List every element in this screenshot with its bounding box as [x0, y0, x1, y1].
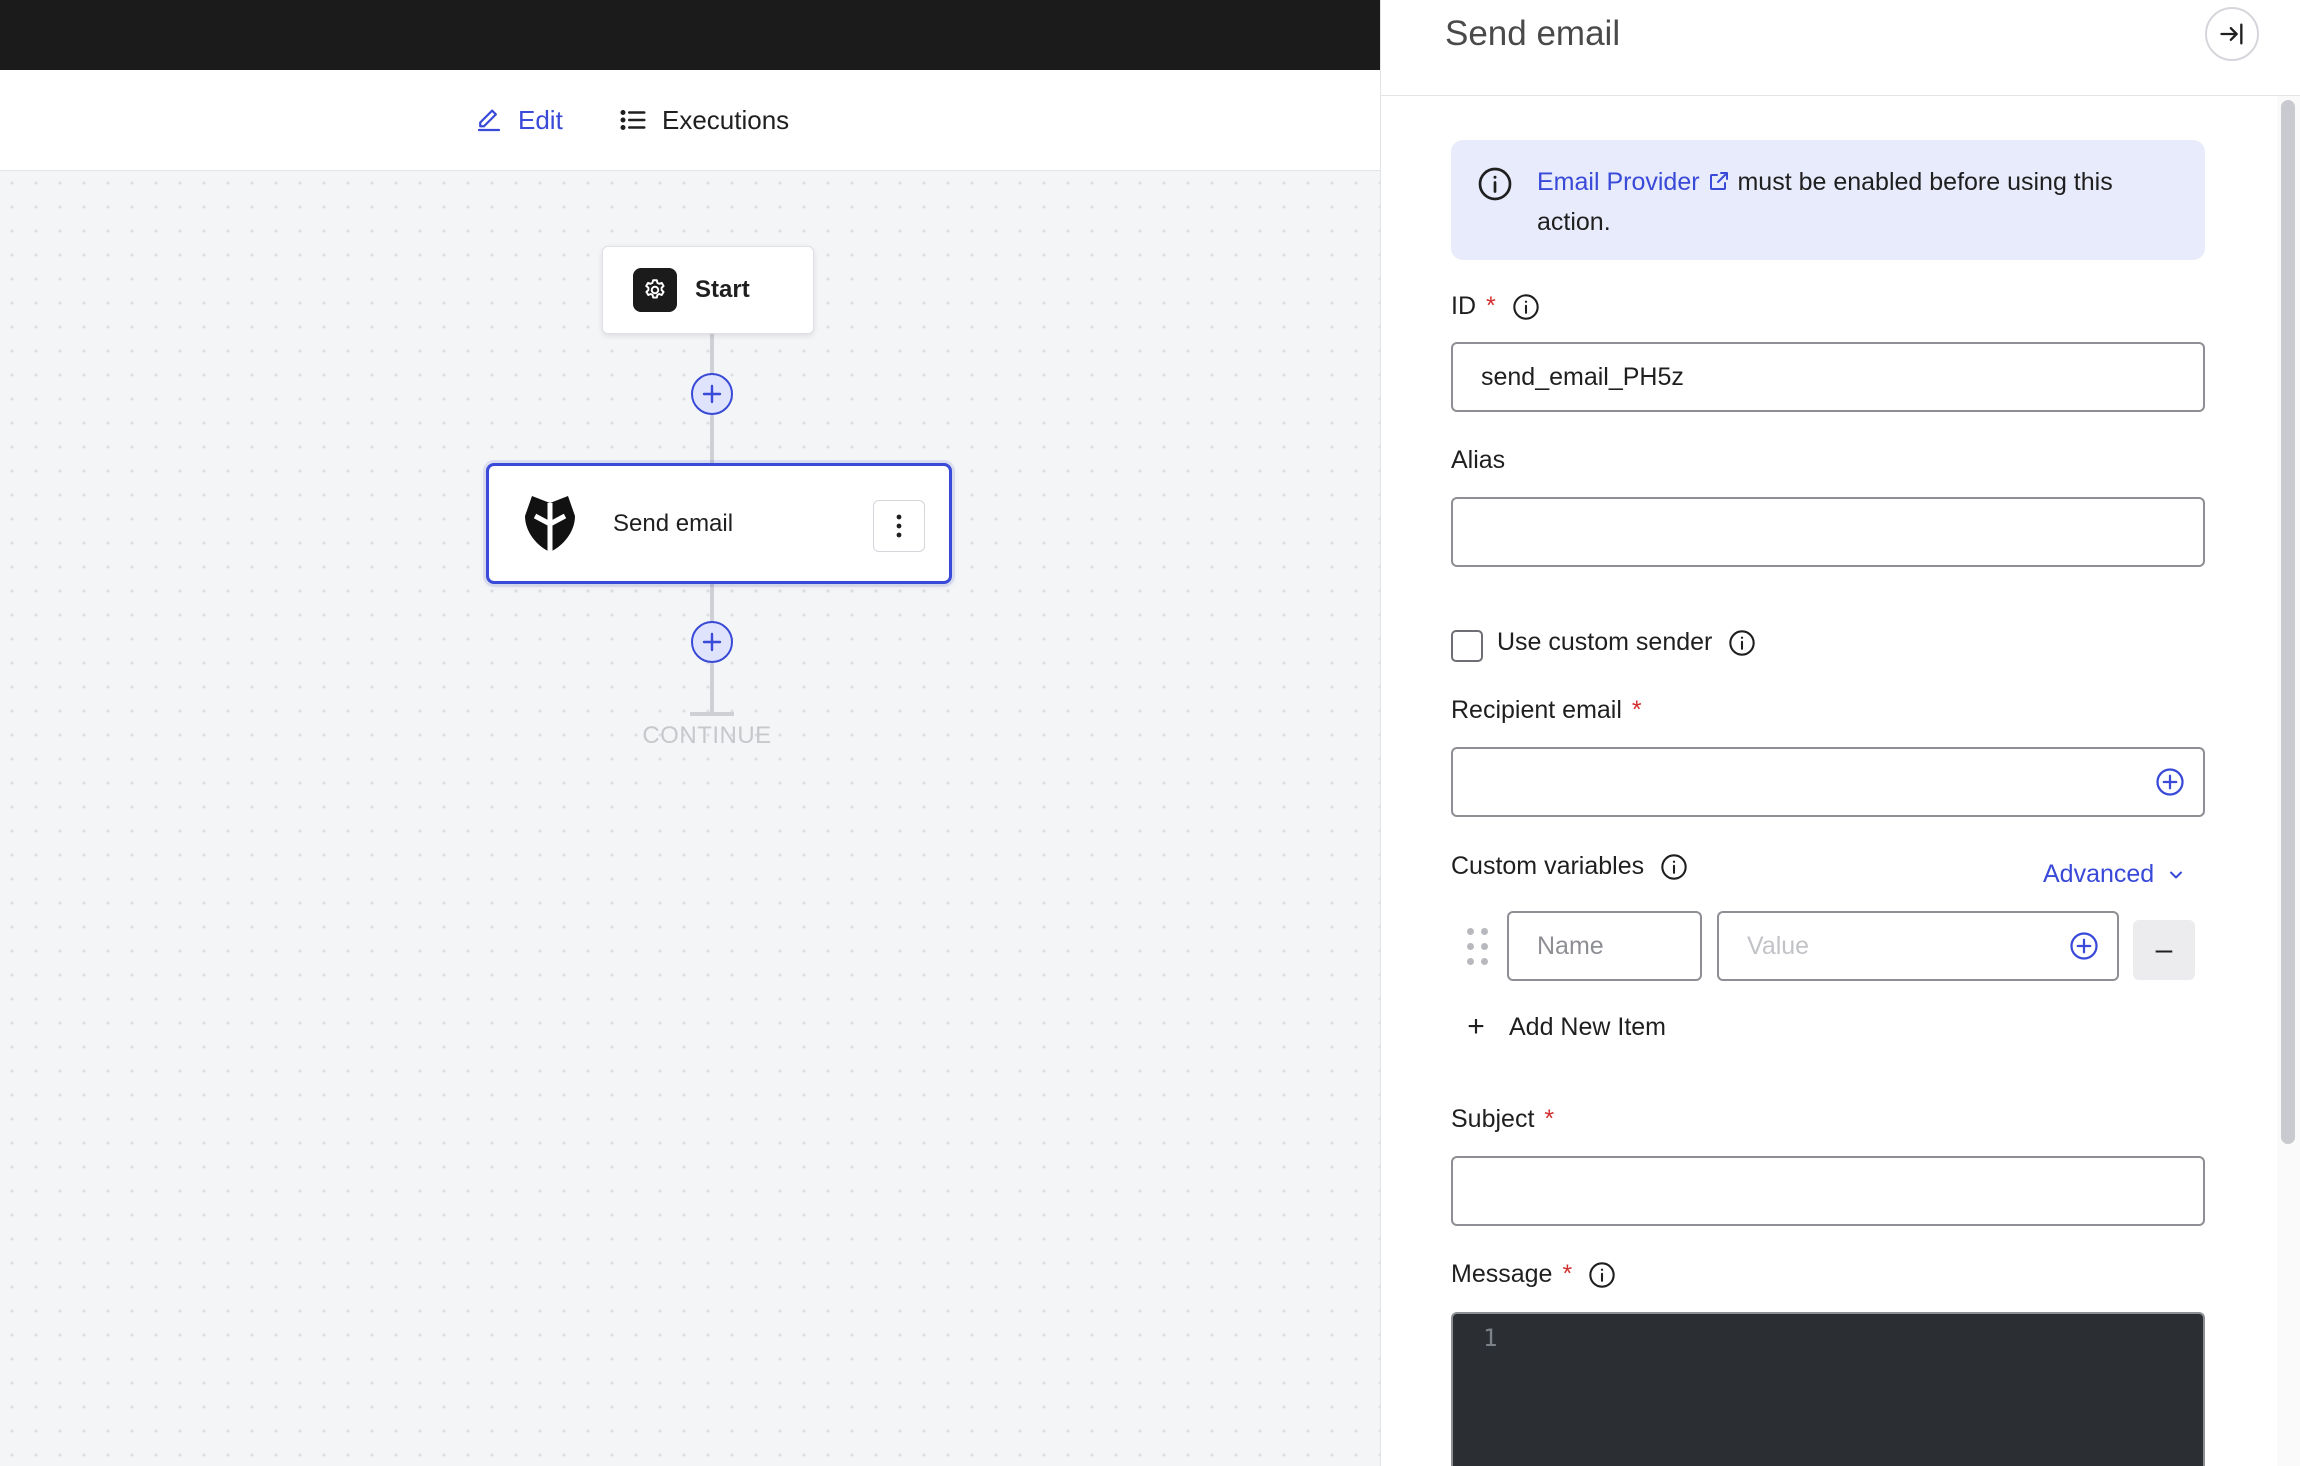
start-node[interactable]: Start: [602, 246, 814, 334]
tab-edit-label: Edit: [518, 104, 563, 135]
tab-edit[interactable]: Edit: [474, 70, 563, 170]
message-label: Message *: [1451, 1260, 1616, 1289]
collapse-panel-button[interactable]: [2205, 7, 2259, 61]
add-new-item-label: Add New Item: [1509, 1012, 1667, 1041]
plus-icon: [702, 384, 722, 404]
advanced-label: Advanced: [2043, 860, 2155, 888]
end-marker: [690, 712, 734, 716]
recipient-label: Recipient email *: [1451, 696, 1642, 725]
email-provider-link-text: Email Provider: [1537, 168, 1700, 196]
id-label-text: ID: [1451, 292, 1476, 320]
alias-label: Alias: [1451, 446, 1505, 475]
variable-value-field: [1717, 911, 2119, 981]
custom-sender-label: Use custom sender: [1497, 628, 1756, 657]
info-icon: [1478, 167, 1512, 201]
alias-input[interactable]: [1451, 497, 2205, 567]
insert-variable-icon[interactable]: [2155, 767, 2185, 802]
required-mark: *: [1562, 1260, 1573, 1288]
subject-input[interactable]: [1451, 1156, 2205, 1226]
required-mark: *: [1631, 696, 1642, 724]
add-new-item-button[interactable]: + Add New Item: [1465, 1010, 1666, 1044]
kebab-menu-icon: [896, 514, 902, 538]
required-mark: *: [1486, 292, 1496, 320]
id-label: ID *: [1451, 292, 1540, 321]
custom-variables-label-text: Custom variables: [1451, 852, 1645, 880]
recipient-input[interactable]: [1451, 747, 2205, 817]
subject-label-text: Subject: [1451, 1105, 1535, 1133]
start-node-label: Start: [695, 276, 750, 303]
message-code-editor[interactable]: 1: [1451, 1312, 2205, 1466]
subject-label: Subject *: [1451, 1105, 1554, 1134]
custom-sender-label-text: Use custom sender: [1497, 628, 1713, 656]
id-input[interactable]: [1451, 342, 2205, 412]
custom-sender-checkbox[interactable]: [1451, 630, 1483, 662]
variable-name-field: [1507, 911, 1702, 981]
panel-title: Send email: [1445, 14, 1621, 53]
insert-variable-icon[interactable]: [2069, 931, 2099, 966]
required-mark: *: [1544, 1105, 1555, 1133]
plus-icon: +: [1467, 1010, 1485, 1043]
recipient-field: [1451, 747, 2205, 817]
external-link-icon: [1709, 172, 1728, 190]
minus-icon: –: [2155, 933, 2173, 966]
info-icon[interactable]: [1512, 293, 1540, 321]
list-icon: [620, 110, 646, 130]
plus-icon: [702, 632, 722, 652]
node-menu-button[interactable]: [873, 500, 925, 552]
send-email-node-label: Send email: [613, 509, 734, 537]
scrollbar-thumb[interactable]: [2281, 100, 2295, 1144]
variable-name-input[interactable]: [1507, 911, 1702, 981]
recipient-label-text: Recipient email: [1451, 696, 1622, 724]
line-number: 1: [1483, 1324, 1498, 1352]
variable-value-input[interactable]: [1717, 911, 2119, 981]
panel-header: Send email: [1381, 0, 2300, 96]
provider-notice: Email Provider must be enabled before us…: [1451, 140, 2205, 260]
chevron-down-icon: [2170, 871, 2183, 878]
gear-icon: [633, 268, 677, 312]
top-bar: [0, 0, 1380, 70]
alias-label-text: Alias: [1451, 446, 1506, 474]
collapse-right-icon: [2220, 23, 2243, 45]
continue-label: CONTINUE: [642, 722, 772, 749]
message-label-text: Message: [1451, 1260, 1553, 1288]
properties-panel: Send email Email Provider must be enable…: [1380, 0, 2300, 1466]
remove-variable-button[interactable]: –: [2133, 920, 2195, 980]
info-icon[interactable]: [1660, 853, 1688, 881]
send-email-node[interactable]: Send email: [486, 463, 952, 584]
info-icon[interactable]: [1728, 629, 1756, 657]
tab-executions-label: Executions: [662, 104, 790, 135]
email-provider-link[interactable]: Email Provider: [1537, 168, 1731, 196]
add-step-button[interactable]: [691, 621, 733, 663]
custom-variables-label: Custom variables: [1451, 852, 1688, 881]
tab-executions[interactable]: Executions: [618, 70, 789, 170]
flow-canvas[interactable]: [0, 171, 1380, 1466]
info-icon[interactable]: [1588, 1261, 1616, 1289]
pencil-icon: [477, 109, 501, 132]
drag-handle-icon[interactable]: [1467, 928, 1491, 968]
advanced-toggle[interactable]: Advanced: [2043, 860, 2186, 889]
shield-logo-icon: [525, 495, 575, 552]
add-step-button[interactable]: [691, 373, 733, 415]
view-tabs: Edit Executions: [0, 70, 1380, 171]
